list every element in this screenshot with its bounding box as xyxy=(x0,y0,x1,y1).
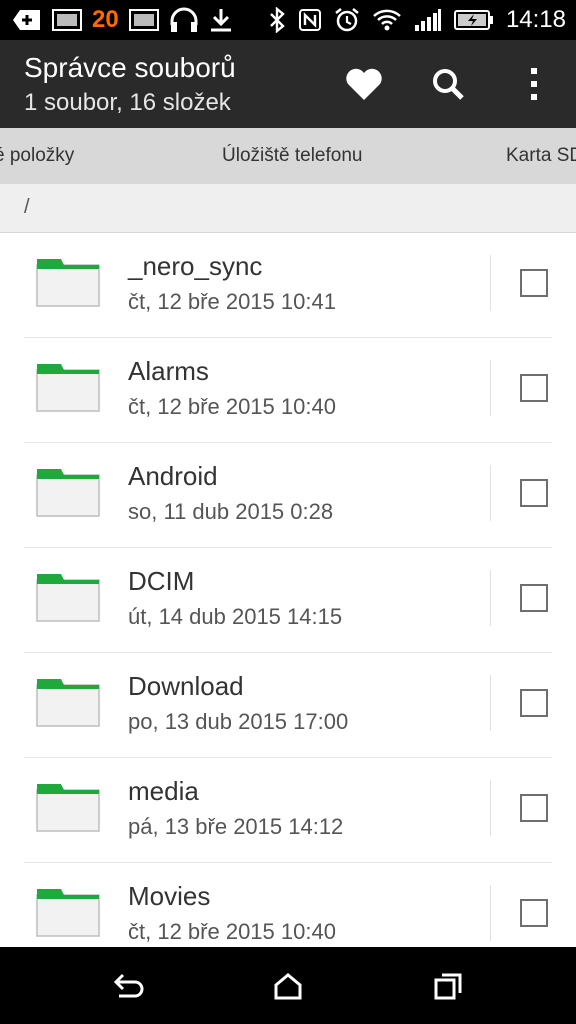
current-path: / xyxy=(24,196,30,218)
item-date: čt, 12 bře 2015 10:40 xyxy=(128,919,336,944)
list-item[interactable]: DCIM út, 14 dub 2015 14:15 xyxy=(24,548,552,653)
overflow-menu-icon xyxy=(531,68,537,100)
divider xyxy=(490,675,491,731)
heart-icon xyxy=(346,68,382,100)
folder-icon xyxy=(36,469,100,517)
add-notification-icon xyxy=(12,8,42,32)
select-checkbox[interactable] xyxy=(520,584,548,612)
select-checkbox[interactable] xyxy=(520,794,548,822)
divider xyxy=(490,255,491,311)
item-name: Android xyxy=(128,461,218,491)
item-name: Download xyxy=(128,671,244,701)
item-name: _nero_sync xyxy=(128,251,263,281)
favorites-button[interactable] xyxy=(340,60,388,108)
tab-recent-items[interactable]: é položky xyxy=(0,128,74,184)
recents-icon xyxy=(434,973,462,999)
divider xyxy=(490,570,491,626)
home-button[interactable] xyxy=(240,947,336,1024)
folder-icon xyxy=(36,574,100,622)
nfc-icon xyxy=(298,8,322,32)
clock: 14:18 xyxy=(505,6,566,33)
headphones-icon xyxy=(169,7,199,33)
tab-sd-card[interactable]: Karta SD xyxy=(506,128,576,184)
folder-icon xyxy=(36,259,100,307)
home-icon xyxy=(274,972,302,999)
download-icon xyxy=(209,7,233,33)
overflow-menu-button[interactable] xyxy=(510,60,558,108)
item-date: čt, 12 bře 2015 10:40 xyxy=(128,394,336,419)
battery-charging-icon xyxy=(453,9,494,31)
search-icon xyxy=(433,69,464,100)
image-notification-icon xyxy=(52,8,82,32)
item-name: Alarms xyxy=(128,356,209,386)
list-item[interactable]: Android so, 11 dub 2015 0:28 xyxy=(24,443,552,548)
bluetooth-icon xyxy=(268,7,286,33)
app-subtitle: 1 soubor, 16 složek xyxy=(24,89,231,116)
alarm-icon xyxy=(334,7,360,33)
item-name: Movies xyxy=(128,881,211,911)
back-icon xyxy=(113,973,144,997)
list-item[interactable]: Movies čt, 12 bře 2015 10:40 xyxy=(24,863,552,947)
divider xyxy=(490,780,491,836)
select-checkbox[interactable] xyxy=(520,374,548,402)
item-date: so, 11 dub 2015 0:28 xyxy=(128,499,334,524)
item-date: čt, 12 bře 2015 10:41 xyxy=(128,289,336,314)
item-name: DCIM xyxy=(128,566,195,596)
tab-phone-storage[interactable]: Úložiště telefonu xyxy=(222,128,362,184)
system-nav-bar xyxy=(0,947,576,1024)
recents-button[interactable] xyxy=(400,947,496,1024)
select-checkbox[interactable] xyxy=(520,269,548,297)
item-date: út, 14 dub 2015 14:15 xyxy=(128,604,343,629)
select-checkbox[interactable] xyxy=(520,899,548,927)
folder-icon xyxy=(36,889,100,937)
item-name: media xyxy=(128,776,199,806)
list-item[interactable]: Alarms čt, 12 bře 2015 10:40 xyxy=(24,338,552,443)
item-date: pá, 13 bře 2015 14:12 xyxy=(128,814,344,839)
list-item[interactable]: Download po, 13 dub 2015 17:00 xyxy=(24,653,552,758)
divider xyxy=(490,465,491,521)
app-bar: Správce souborů 1 soubor, 16 složek xyxy=(0,40,576,128)
divider xyxy=(490,360,491,416)
wifi-icon xyxy=(372,7,402,33)
file-list: _nero_sync čt, 12 bře 2015 10:41 Alarms … xyxy=(0,233,576,947)
breadcrumb: / xyxy=(0,184,576,233)
folder-icon xyxy=(36,784,100,832)
select-checkbox[interactable] xyxy=(520,689,548,717)
storage-tabs: é položky Úložiště telefonu Karta SD xyxy=(0,128,576,184)
item-date: po, 13 dub 2015 17:00 xyxy=(128,709,349,734)
divider xyxy=(490,885,491,941)
search-button[interactable] xyxy=(424,60,472,108)
status-bar: 20 14:18 xyxy=(0,0,576,40)
back-button[interactable] xyxy=(80,947,176,1024)
list-item[interactable]: _nero_sync čt, 12 bře 2015 10:41 xyxy=(24,233,552,338)
image-notification-icon-2 xyxy=(128,8,159,32)
notification-count: 20 xyxy=(92,6,119,33)
folder-icon xyxy=(36,679,100,727)
app-title: Správce souborů xyxy=(24,52,236,83)
folder-icon xyxy=(36,364,100,412)
list-item[interactable]: media pá, 13 bře 2015 14:12 xyxy=(24,758,552,863)
signal-icon xyxy=(414,8,442,32)
select-checkbox[interactable] xyxy=(520,479,548,507)
